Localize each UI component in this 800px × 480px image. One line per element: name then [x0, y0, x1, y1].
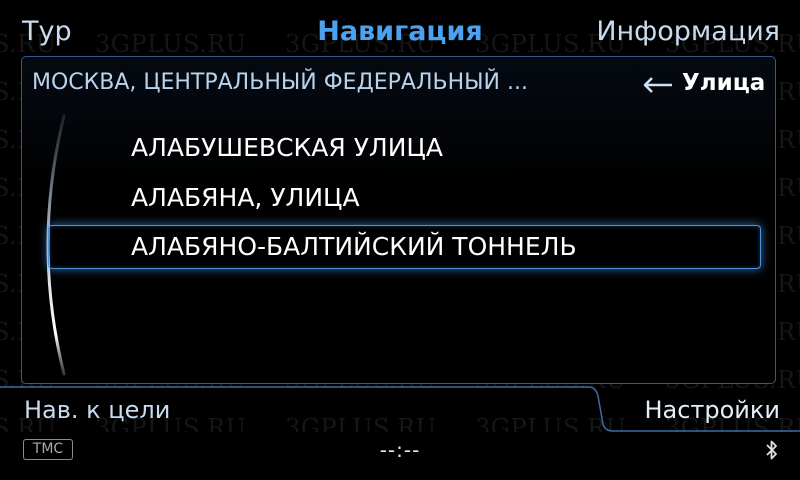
list-item[interactable]: АЛАБУШЕВСКАЯ УЛИЦА [131, 131, 443, 165]
breadcrumb: МОСКВА, ЦЕНТРАЛЬНЫЙ ФЕДЕРАЛЬНЫЙ ... Улиц… [32, 68, 772, 98]
street-list-panel [21, 56, 776, 384]
nav-to-destination-button[interactable]: Нав. к цели [24, 394, 170, 426]
tab-information[interactable]: Информация [596, 14, 780, 50]
list-item-selected[interactable]: АЛАБЯНО-БАЛТИЙСКИЙ ТОННЕЛЬ [131, 230, 577, 264]
breadcrumb-path[interactable]: МОСКВА, ЦЕНТРАЛЬНЫЙ ФЕДЕРАЛЬНЫЙ ... [32, 68, 528, 98]
settings-button[interactable]: Настройки [644, 394, 780, 426]
current-level-label: Улица [682, 70, 766, 96]
list-item[interactable]: АЛАБЯНА, УЛИЦА [131, 181, 360, 215]
return-arrow-icon[interactable] [640, 70, 674, 96]
clock: --:-- [379, 438, 421, 462]
bluetooth-icon [766, 440, 777, 460]
